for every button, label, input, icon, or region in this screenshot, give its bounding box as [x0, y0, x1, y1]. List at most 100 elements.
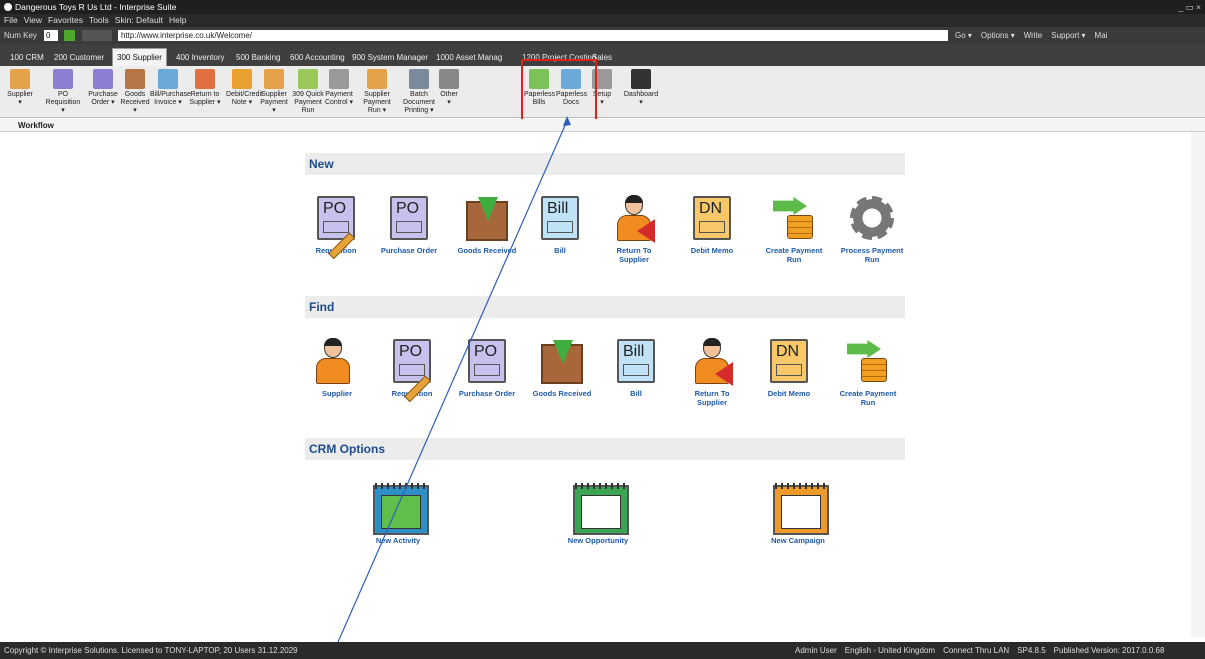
toolbar-button[interactable]: Write — [1024, 31, 1043, 40]
ribbon-button[interactable]: 309 Quick Payment Run — [292, 69, 324, 115]
workflow-item-bill[interactable]: Bill Bill — [528, 193, 592, 255]
bill-icon: Bill — [617, 339, 655, 383]
ribbon-label: Purchase — [88, 91, 118, 98]
po-requisition-icon: PO — [317, 196, 355, 260]
ribbon-label: Supplier — [261, 91, 287, 98]
ribbon-button[interactable]: Purchase Order ▾ — [88, 69, 118, 107]
ribbon-button[interactable]: Other ▾ — [438, 69, 460, 107]
tab-300-supplier[interactable]: 300 Supplier — [112, 48, 167, 66]
workflow-item-new-campaign[interactable]: New Campaign — [766, 483, 830, 545]
tab-600-accounting[interactable]: 600 Accounting — [286, 50, 349, 66]
ribbon-button[interactable]: PO Requisition ▾ — [40, 69, 86, 115]
ribbon-button[interactable]: Payment Control ▾ — [324, 69, 354, 107]
workflow-item-new-opportunity[interactable]: New Opportunity — [566, 483, 630, 545]
create-payment-run-icon — [769, 193, 819, 243]
workflow-item-new-activity[interactable]: New Activity — [366, 483, 430, 545]
toolbar-button[interactable]: Support ▾ — [1051, 31, 1085, 40]
section-header-new: New — [305, 153, 905, 175]
create-payment-run-icon — [843, 336, 893, 386]
person-body — [316, 358, 350, 384]
workflow-item-bill[interactable]: Bill Bill — [604, 336, 668, 398]
tab-900-system-manager[interactable]: 900 System Manager — [348, 50, 432, 66]
doc-glyph: DN — [699, 200, 723, 217]
ribbon-button[interactable]: Debit/Credit Note ▾ — [226, 69, 263, 107]
toolbar-button[interactable]: Options ▾ — [981, 31, 1015, 40]
window-controls[interactable]: _ ▭ × — [1179, 0, 1201, 14]
icon-box: PO — [387, 336, 437, 403]
icon-box: PO — [311, 193, 361, 260]
url-field[interactable]: http://www.interprise.co.uk/Welcome/ — [118, 30, 948, 41]
calendar-inner — [381, 495, 421, 529]
menu-item[interactable]: File — [4, 15, 18, 25]
icon-box — [847, 193, 897, 243]
menu-item[interactable]: Skin: Default — [115, 15, 163, 25]
ribbon-button[interactable]: Bill/Purchase Invoice ▾ — [150, 69, 191, 107]
icon-box — [773, 483, 829, 535]
tab-100-crm[interactable]: 100 CRM — [6, 50, 48, 66]
ribbon-label: Goods — [124, 91, 146, 98]
menu-item[interactable]: Help — [169, 15, 186, 25]
ribbon-icon — [298, 69, 318, 89]
doc-glyph: PO — [399, 343, 423, 360]
icon-box — [843, 336, 893, 386]
status-item: English - United Kingdom — [844, 646, 936, 655]
workflow-item-purchase-order[interactable]: PO Purchase Order — [377, 193, 441, 255]
doc-window — [396, 221, 422, 233]
app-window: Dangerous Toys R Us Ltd - Interprise Sui… — [0, 0, 1205, 659]
ribbon-button[interactable]: Supplier Payment Run ▾ — [356, 69, 398, 115]
workflow-item-label: Return To Supplier — [694, 389, 730, 407]
workflow-item-create-payment-run[interactable]: Create Payment Run — [762, 193, 826, 264]
workflow-item-process-payment-run[interactable]: Process Payment Run — [840, 193, 904, 264]
status-right: Admin User English - United Kingdom Connec… — [795, 642, 1172, 659]
numkey-input[interactable]: 0 — [44, 30, 58, 41]
tab-400-inventory[interactable]: 400 Inventory — [172, 50, 228, 66]
workflow-item-purchase-order[interactable]: PO Purchase Order — [455, 336, 519, 398]
workflow-item-goods-received[interactable]: Goods Received — [455, 193, 519, 255]
menu-item[interactable]: Favorites — [48, 15, 83, 25]
ribbon-icon — [158, 69, 178, 89]
workflow-item-label: Create Payment Run — [839, 389, 897, 407]
ribbon-button[interactable]: Goods Received ▾ — [120, 69, 150, 115]
tab-1000-asset-manag[interactable]: 1000 Asset Manag — [432, 50, 506, 66]
module-tabs: 100 CRM 200 Customer 300 Supplier 400 Inven… — [0, 44, 1205, 66]
new-activity-icon — [373, 483, 429, 535]
purchase-order-icon: PO — [390, 196, 428, 240]
toolbar-button[interactable]: Go ▾ — [955, 31, 972, 40]
nav-buttons[interactable] — [82, 30, 112, 41]
workflow-item-create-payment-run[interactable]: Create Payment Run — [836, 336, 900, 407]
ribbon-sublabel: Payment ▾ — [260, 99, 288, 114]
workflow-item-label: Goods Received — [457, 246, 517, 255]
workflow-item-debit-memo[interactable]: DN Debit Memo — [680, 193, 744, 255]
toolbar-button[interactable]: Mai — [1095, 31, 1108, 40]
icon-box — [687, 336, 737, 386]
calendar-inner — [781, 495, 821, 529]
tab-500-banking[interactable]: 500 Banking — [232, 50, 284, 66]
workflow-item-label: Create Payment Run — [765, 246, 823, 264]
menu-item[interactable]: Tools — [89, 15, 109, 25]
ribbon-button[interactable]: Batch Document Printing ▾ — [402, 69, 436, 115]
vertical-scrollbar[interactable] — [1191, 132, 1205, 637]
workflow-item-goods-received[interactable]: Goods Received — [530, 336, 594, 398]
ribbon-sublabel: Invoice ▾ — [154, 99, 182, 106]
workflow-item-return-to-supplier[interactable]: Return To Supplier — [680, 336, 744, 407]
workflow-item-supplier[interactable]: Supplier — [305, 336, 369, 398]
ribbon-button[interactable]: Supplier Payment ▾ — [258, 69, 290, 115]
goods-received-icon — [466, 197, 508, 241]
ribbon-icon — [93, 69, 113, 89]
tab-200-customer[interactable]: 200 Customer — [50, 50, 108, 66]
ribbon-button[interactable]: Return to Supplier ▾ — [186, 69, 224, 107]
section-header-find: Find — [305, 296, 905, 318]
workflow-item-return-to-supplier[interactable]: Return To Supplier — [602, 193, 666, 264]
ribbon-button[interactable]: Dashboard ▾ — [620, 69, 662, 107]
ribbon-button[interactable]: Supplier ▾ — [2, 69, 38, 107]
workflow-item-label: Debit Memo — [690, 246, 734, 255]
menu-item[interactable]: View — [24, 15, 42, 25]
workflow-item-po-requisition[interactable]: PORequisition — [380, 336, 444, 403]
ribbon-icon — [409, 69, 429, 89]
ribbon-icon — [329, 69, 349, 89]
coin-stack-icon — [787, 215, 813, 239]
new-opportunity-icon — [573, 483, 629, 535]
go-arrow-icon[interactable] — [64, 30, 75, 41]
workflow-item-po-requisition[interactable]: PORequisition — [304, 193, 368, 260]
workflow-item-debit-memo[interactable]: DN Debit Memo — [757, 336, 821, 398]
